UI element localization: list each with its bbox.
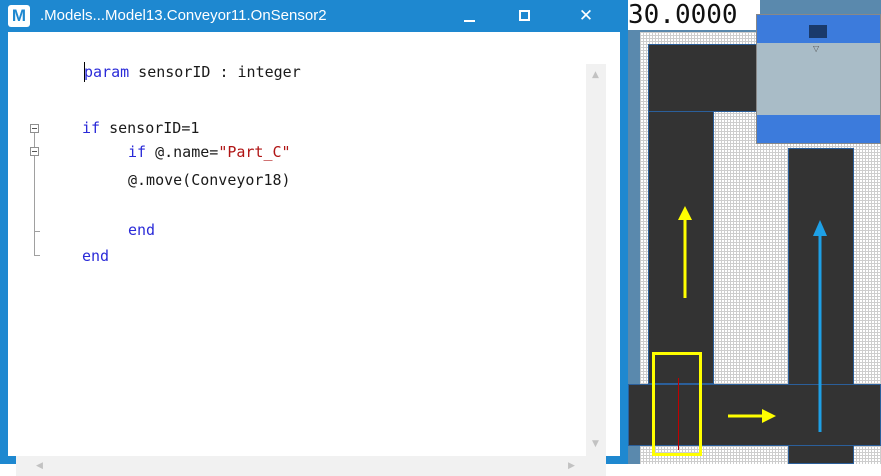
window-title: .Models...Model13.Conveyor11.OnSensor2 bbox=[40, 7, 327, 24]
code-editor[interactable]: param sensorID : integer if sensorID=1 i… bbox=[8, 32, 620, 476]
up-arrow-icon bbox=[813, 220, 827, 236]
scroll-up-icon[interactable]: ▲ bbox=[592, 70, 599, 80]
right-arrow-icon bbox=[762, 409, 776, 423]
fold-guide bbox=[35, 255, 40, 256]
method-editor-window: M .Models...Model13.Conveyor11.OnSensor2… bbox=[0, 0, 628, 476]
code-line: if @.name="Part_C" bbox=[128, 143, 291, 161]
code-line: @.move(Conveyor18) bbox=[128, 171, 291, 189]
maximize-icon bbox=[519, 10, 530, 21]
flow-arrows bbox=[678, 206, 827, 432]
minimize-icon bbox=[464, 20, 475, 22]
window-border-left bbox=[0, 32, 8, 464]
title-bar[interactable]: M .Models...Model13.Conveyor11.OnSensor2… bbox=[0, 0, 628, 32]
code-line: param sensorID : integer bbox=[84, 63, 301, 81]
fold-guide bbox=[34, 133, 35, 147]
code-line: if sensorID=1 bbox=[82, 119, 200, 137]
simulation-frame[interactable]: 30.0000 ▽ bbox=[628, 0, 881, 464]
app-logo-icon: M bbox=[8, 5, 30, 27]
window-border-right bbox=[620, 32, 628, 464]
maximize-button[interactable] bbox=[506, 0, 546, 32]
close-icon: ✕ bbox=[578, 6, 594, 26]
code-line: end bbox=[128, 221, 156, 239]
horizontal-scrollbar[interactable]: ◀ ▶ bbox=[16, 456, 586, 476]
fold-guide bbox=[34, 156, 35, 256]
code-line: end bbox=[82, 247, 110, 265]
up-arrow-icon bbox=[678, 206, 692, 220]
scrollbar-corner bbox=[586, 456, 606, 476]
fold-guide bbox=[35, 231, 40, 232]
scroll-left-icon[interactable]: ◀ bbox=[36, 461, 43, 471]
fold-toggle-icon[interactable] bbox=[30, 147, 39, 156]
close-button[interactable]: ✕ bbox=[566, 0, 606, 32]
scroll-right-icon[interactable]: ▶ bbox=[568, 461, 575, 471]
minimize-button[interactable] bbox=[450, 0, 490, 32]
vertical-scrollbar[interactable]: ▲ ▼ bbox=[586, 64, 606, 456]
fold-toggle-icon[interactable] bbox=[30, 124, 39, 133]
scroll-down-icon[interactable]: ▼ bbox=[592, 439, 599, 449]
